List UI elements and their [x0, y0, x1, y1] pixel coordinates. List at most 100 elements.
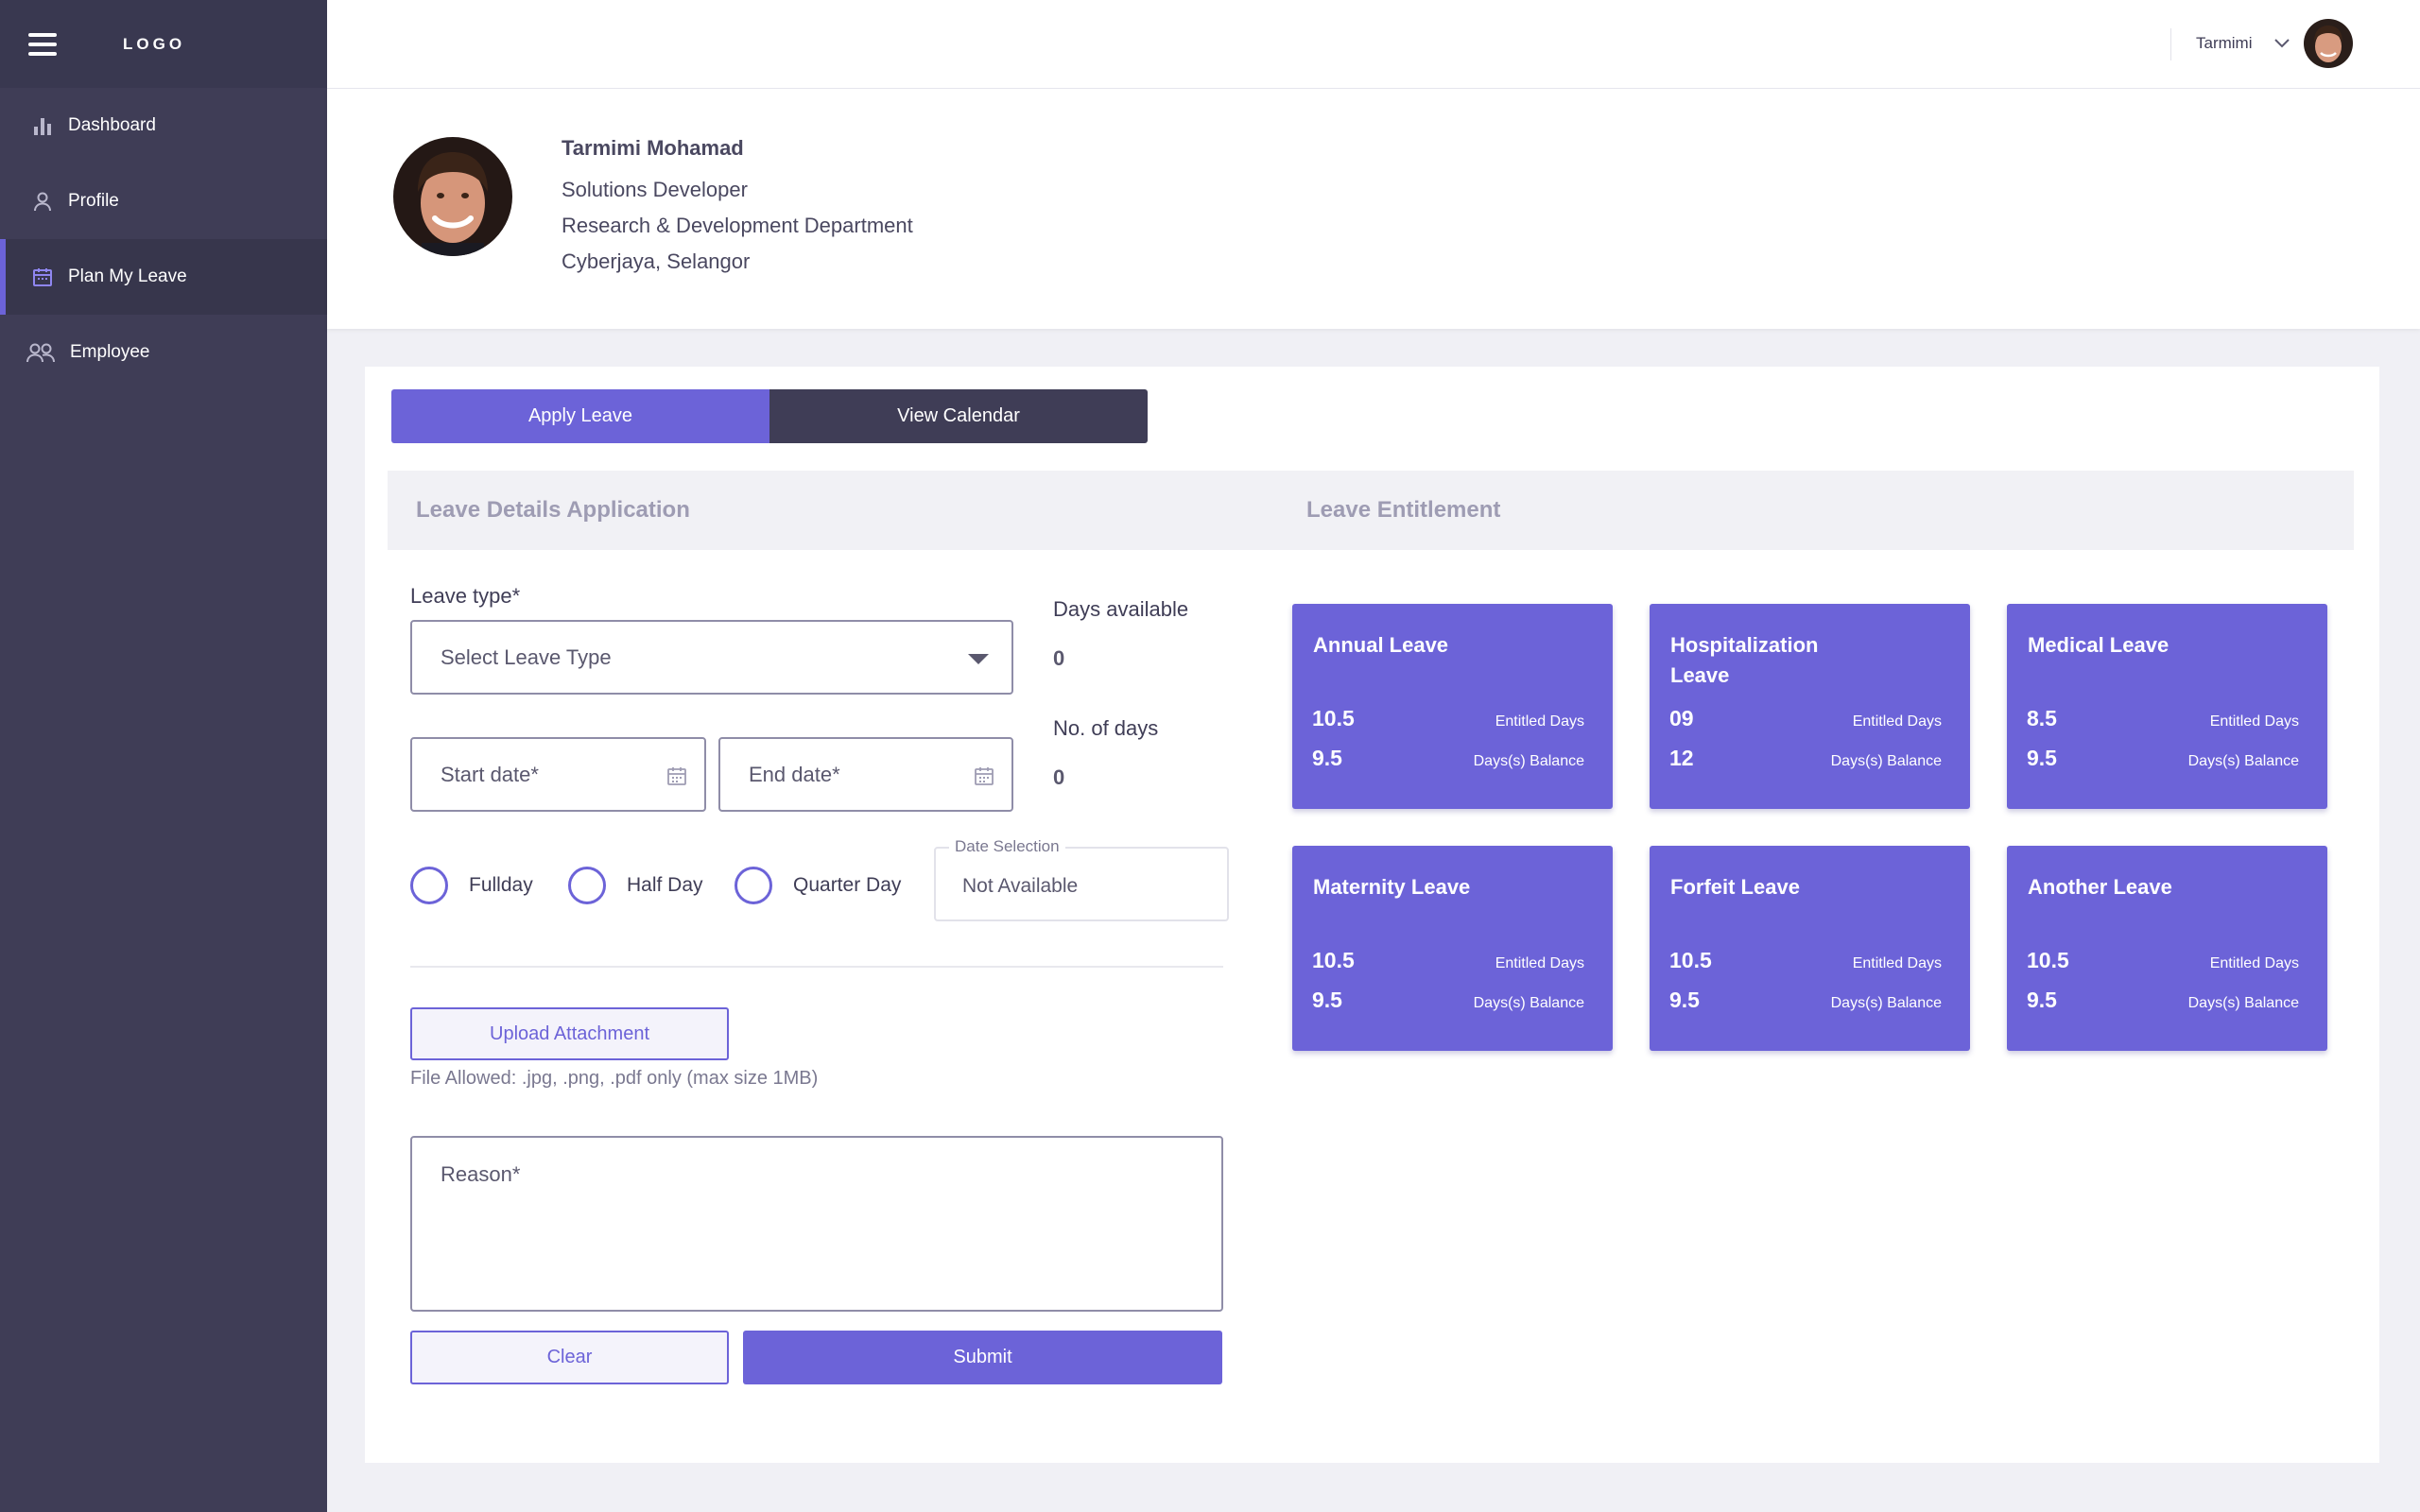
calendar-icon[interactable] — [666, 765, 687, 786]
radio-half-day[interactable]: Half Day — [568, 866, 703, 905]
radio-button[interactable] — [735, 867, 772, 904]
sidebar-item-label: Employee — [70, 342, 150, 362]
entitled-caption: Entitled Days — [1495, 955, 1584, 971]
entitled-row: 10.5 Entitled Days — [2027, 948, 2299, 973]
submit-button[interactable]: Submit — [743, 1331, 1222, 1384]
balance-row: 9.5 Days(s) Balance — [2027, 746, 2299, 771]
leave-card-panel: Apply Leave View Calendar Leave Details … — [365, 367, 2379, 1463]
profile-header: Tarmimi Mohamad Solutions Developer Rese… — [327, 89, 2420, 329]
balance-row: 9.5 Days(s) Balance — [1312, 746, 1584, 771]
leave-type-select[interactable]: Select Leave Type — [410, 620, 1013, 695]
radio-label: Quarter Day — [793, 874, 902, 896]
tab-view-calendar[interactable]: View Calendar — [769, 389, 1148, 443]
reason-textarea[interactable]: Reason* — [410, 1136, 1223, 1312]
entitled-caption: Entitled Days — [1495, 713, 1584, 730]
card-title: Hospitalization Leave — [1670, 633, 1819, 687]
no-of-days-value: 0 — [1053, 765, 1065, 789]
leave-tabs: Apply Leave View Calendar — [391, 389, 1148, 443]
radio-quarter-day[interactable]: Quarter Day — [735, 866, 901, 905]
balance-row: 12 Days(s) Balance — [1669, 746, 1942, 771]
tab-apply-leave[interactable]: Apply Leave — [391, 389, 769, 443]
sidebar-item-label: Profile — [68, 191, 119, 211]
calendar-icon — [30, 265, 55, 289]
sidebar-item-dashboard[interactable]: Dashboard — [0, 88, 327, 163]
radio-fullday[interactable]: Fullday — [410, 866, 533, 905]
user-icon — [30, 189, 55, 214]
entitled-caption: Entitled Days — [2209, 713, 2299, 730]
sidebar-item-employee[interactable]: Employee — [0, 315, 327, 390]
sidebar-item-plan-my-leave[interactable]: Plan My Leave — [0, 239, 327, 315]
radio-button[interactable] — [410, 867, 448, 904]
entitled-row: 09 Entitled Days — [1669, 706, 1942, 731]
entitled-value: 10.5 — [1312, 706, 1355, 730]
profile-name: Tarmimi Mohamad — [562, 136, 744, 160]
caret-down-icon — [968, 654, 989, 664]
radio-label: Half Day — [627, 874, 703, 896]
start-date-placeholder: Start date* — [441, 762, 539, 786]
balance-caption: Days(s) Balance — [2187, 995, 2299, 1011]
profile-title: Solutions Developer — [562, 178, 748, 201]
date-selection-value: Not Available — [962, 875, 1079, 897]
days-available-value: 0 — [1053, 646, 1065, 670]
entitled-caption: Entitled Days — [2209, 955, 2299, 971]
upload-attachment-button[interactable]: Upload Attachment — [410, 1007, 729, 1060]
users-icon — [25, 340, 57, 365]
date-selection-label: Date Selection — [949, 837, 1065, 856]
balance-value: 9.5 — [1312, 988, 1342, 1012]
sidebar: LOGO Dashboard Profile Plan My Leave Emp… — [0, 0, 327, 1512]
end-date-input[interactable]: End date* — [718, 737, 1013, 812]
leave-card-annual: Annual Leave 10.5 Entitled Days 9.5 Days… — [1292, 604, 1613, 809]
balance-value: 12 — [1669, 746, 1694, 770]
profile-avatar — [393, 137, 512, 256]
user-name: Tarmimi — [2196, 34, 2253, 52]
sidebar-header: LOGO — [0, 0, 327, 88]
leave-entitlement-title: Leave Entitlement — [1306, 497, 1501, 523]
balance-caption: Days(s) Balance — [1473, 995, 1584, 1011]
section-header: Leave Details Application Leave Entitlem… — [388, 471, 2354, 550]
leave-card-maternity: Maternity Leave 10.5 Entitled Days 9.5 D… — [1292, 846, 1613, 1051]
balance-value: 9.5 — [1312, 746, 1342, 770]
entitled-value: 10.5 — [2027, 948, 2069, 972]
leave-details-title: Leave Details Application — [416, 497, 690, 523]
user-menu[interactable]: Tarmimi — [2196, 19, 2353, 68]
calendar-icon[interactable] — [974, 765, 994, 786]
start-date-input[interactable]: Start date* — [410, 737, 706, 812]
entitled-row: 10.5 Entitled Days — [1669, 948, 1942, 973]
radio-button[interactable] — [568, 867, 606, 904]
entitled-caption: Entitled Days — [1852, 955, 1942, 971]
entitled-caption: Entitled Days — [1852, 713, 1942, 730]
balance-value: 9.5 — [2027, 988, 2057, 1012]
date-selection-field: Date Selection Not Available — [934, 837, 1229, 921]
leave-card-forfeit: Forfeit Leave 10.5 Entitled Days 9.5 Day… — [1650, 846, 1970, 1051]
balance-value: 9.5 — [2027, 746, 2057, 770]
logo: LOGO — [123, 34, 186, 53]
clear-button[interactable]: Clear — [410, 1331, 729, 1384]
avatar[interactable] — [2303, 19, 2353, 68]
balance-caption: Days(s) Balance — [1830, 753, 1942, 769]
balance-row: 9.5 Days(s) Balance — [1669, 988, 1942, 1013]
radio-label: Fullday — [469, 874, 533, 896]
balance-row: 9.5 Days(s) Balance — [1312, 988, 1584, 1013]
leave-card-medical: Medical Leave 8.5 Entitled Days 9.5 Days… — [2007, 604, 2327, 809]
profile-location: Cyberjaya, Selangor — [562, 249, 751, 273]
balance-caption: Days(s) Balance — [1830, 995, 1942, 1011]
balance-caption: Days(s) Balance — [1473, 753, 1584, 769]
entitled-value: 10.5 — [1669, 948, 1712, 972]
leave-card-another: Another Leave 10.5 Entitled Days 9.5 Day… — [2007, 846, 2327, 1051]
reason-placeholder: Reason* — [441, 1162, 521, 1186]
sidebar-item-label: Plan My Leave — [68, 266, 187, 286]
days-available-label: Days available — [1053, 597, 1189, 621]
menu-icon[interactable] — [28, 32, 57, 56]
file-allowed-note: File Allowed: .jpg, .png, .pdf only (max… — [410, 1068, 819, 1089]
entitled-row: 10.5 Entitled Days — [1312, 948, 1584, 973]
card-title: Annual Leave — [1313, 633, 1449, 657]
bar-chart-icon — [30, 113, 55, 138]
leave-type-label: Leave type* — [410, 584, 521, 608]
entitled-value: 10.5 — [1312, 948, 1355, 972]
balance-caption: Days(s) Balance — [2187, 753, 2299, 769]
form-divider — [410, 966, 1223, 968]
top-bar: Tarmimi — [327, 0, 2420, 89]
no-of-days-label: No. of days — [1053, 716, 1159, 740]
leave-card-hospitalization: Hospitalization Leave 09 Entitled Days 1… — [1650, 604, 1970, 809]
sidebar-item-profile[interactable]: Profile — [0, 163, 327, 239]
